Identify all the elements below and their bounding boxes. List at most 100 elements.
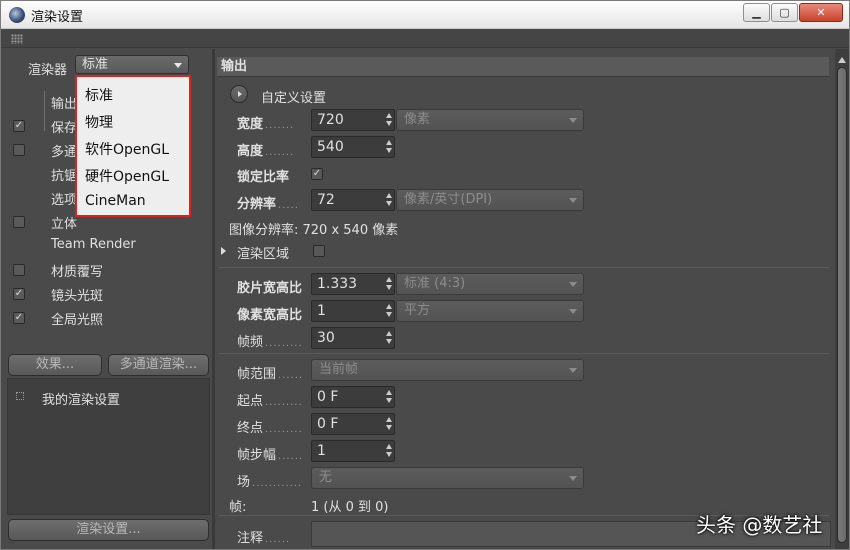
resolution-value: 72 bbox=[317, 192, 335, 208]
nav-checkbox-icon[interactable] bbox=[13, 216, 25, 228]
spinner-icon[interactable] bbox=[386, 193, 392, 207]
tree-expand-icon[interactable] bbox=[16, 392, 24, 400]
spinner-icon[interactable] bbox=[386, 331, 392, 345]
width-unit-select[interactable]: 像素 bbox=[396, 109, 584, 131]
frames-count-readout: 1 (从 0 到 0) bbox=[311, 500, 389, 515]
title-bar: 渲染设置 ▁ ▢ ✕ bbox=[1, 1, 849, 29]
pixel-aspect-input[interactable]: 1 bbox=[311, 300, 395, 322]
fields-select[interactable]: 无 bbox=[311, 467, 584, 489]
watermark-text: 头条 @数艺社 bbox=[696, 513, 823, 537]
render-region-checkbox-icon[interactable] bbox=[313, 245, 325, 257]
nav-item-material-override[interactable]: 材质覆写 bbox=[1, 259, 212, 281]
fps-value: 30 bbox=[317, 330, 335, 346]
nav-item-label: 材质覆写 bbox=[51, 265, 104, 280]
height-label: 高度....... bbox=[237, 144, 295, 159]
height-value: 540 bbox=[317, 139, 344, 155]
nav-item-label: Team Render bbox=[51, 237, 136, 252]
nav-item-team-render[interactable]: Team Render bbox=[1, 235, 212, 257]
pixel-aspect-value: 1 bbox=[317, 303, 326, 319]
nav-checkbox-icon[interactable] bbox=[13, 144, 25, 156]
expand-triangle-icon[interactable] bbox=[221, 247, 226, 255]
fps-label: 帧频......... bbox=[237, 335, 303, 350]
fps-input[interactable]: 30 bbox=[311, 327, 395, 349]
spinner-icon[interactable] bbox=[386, 140, 392, 154]
renderer-select-value: 标准 bbox=[82, 57, 109, 72]
renderer-dropdown-menu: 标准 物理 软件OpenGL 硬件OpenGL CineMan bbox=[75, 75, 191, 217]
nav-item-label: 全局光照 bbox=[51, 313, 104, 328]
dropdown-item-software-opengl[interactable]: 软件OpenGL bbox=[85, 139, 169, 163]
effects-button[interactable]: 效果... bbox=[8, 354, 102, 376]
pixel-aspect-preset-value: 平方 bbox=[404, 303, 431, 318]
chevron-down-icon bbox=[569, 476, 577, 481]
film-aspect-preset-select[interactable]: 标准 (4:3) bbox=[396, 273, 584, 295]
nav-checkbox-checked-icon[interactable]: ✓ bbox=[13, 312, 25, 324]
section-divider bbox=[219, 267, 829, 268]
pixel-aspect-label: 像素宽高比 bbox=[237, 308, 303, 323]
frame-step-input[interactable]: 1 bbox=[311, 440, 395, 462]
grip-handle-icon[interactable] bbox=[11, 34, 23, 44]
render-settings-button[interactable]: 渲染设置... bbox=[8, 519, 209, 541]
minimize-button[interactable]: ▁ bbox=[743, 3, 770, 22]
start-frame-value: 0 F bbox=[317, 389, 339, 405]
nav-checkbox-icon[interactable] bbox=[13, 264, 25, 276]
pixel-aspect-preset-select[interactable]: 平方 bbox=[396, 300, 584, 322]
renderer-select[interactable]: 标准 bbox=[75, 55, 189, 74]
chevron-down-icon bbox=[569, 198, 577, 203]
dropdown-item-physical[interactable]: 物理 bbox=[85, 112, 113, 136]
width-label: 宽度....... bbox=[237, 117, 295, 132]
preset-play-icon[interactable] bbox=[230, 85, 248, 103]
spinner-icon[interactable] bbox=[386, 390, 392, 404]
dropdown-item-hardware-opengl[interactable]: 硬件OpenGL bbox=[85, 166, 169, 190]
output-settings-pane: 输出 自定义设置 宽度....... 720 像素 高度....... 540 … bbox=[215, 49, 835, 549]
spinner-icon[interactable] bbox=[386, 304, 392, 318]
film-aspect-input[interactable]: 1.333 bbox=[311, 273, 395, 295]
nav-item-label: 镜头光斑 bbox=[51, 289, 104, 304]
spinner-icon[interactable] bbox=[386, 444, 392, 458]
resolution-input[interactable]: 72 bbox=[311, 189, 395, 211]
fields-label: 场............ bbox=[237, 475, 303, 490]
close-button[interactable]: ✕ bbox=[799, 3, 843, 22]
spinner-icon[interactable] bbox=[386, 113, 392, 127]
nav-checkbox-checked-icon[interactable]: ✓ bbox=[13, 120, 25, 132]
end-frame-input[interactable]: 0 F bbox=[311, 413, 395, 435]
render-settings-window: 渲染设置 ▁ ▢ ✕ 渲染器 标准 输出 ✓ 保存 多通道 抗锯齿 选项 立体 … bbox=[0, 0, 850, 550]
dropdown-item-standard[interactable]: 标准 bbox=[85, 85, 113, 109]
frame-range-select[interactable]: 当前帧 bbox=[311, 359, 584, 381]
lock-ratio-checkbox-checked-icon[interactable]: ✓ bbox=[311, 168, 323, 180]
width-unit-value: 像素 bbox=[404, 112, 431, 127]
renderer-label: 渲染器 bbox=[28, 63, 68, 78]
multipass-render-button[interactable]: 多通道渲染... bbox=[108, 354, 209, 376]
nav-item-global-illumination[interactable]: ✓ 全局光照 bbox=[1, 307, 212, 329]
chevron-down-icon bbox=[174, 63, 182, 68]
dropdown-item-cineman[interactable]: CineMan bbox=[85, 193, 146, 217]
restore-button[interactable]: ▢ bbox=[771, 3, 798, 22]
chevron-down-icon bbox=[569, 309, 577, 314]
custom-settings-label[interactable]: 自定义设置 bbox=[261, 87, 326, 106]
scrollbar-thumb[interactable] bbox=[837, 67, 847, 543]
resolution-unit-value: 像素/英寸(DPI) bbox=[404, 192, 493, 207]
toolbar-grip bbox=[1, 30, 849, 48]
vertical-scrollbar[interactable] bbox=[835, 49, 849, 549]
render-settings-list: 我的渲染设置 bbox=[7, 378, 210, 515]
width-input[interactable]: 720 bbox=[311, 109, 395, 131]
fields-value: 无 bbox=[319, 470, 333, 485]
scroll-up-arrow-icon[interactable] bbox=[838, 57, 846, 63]
chevron-down-icon bbox=[569, 282, 577, 287]
frames-label: 帧: bbox=[229, 500, 247, 515]
section-title-output: 输出 bbox=[217, 57, 829, 77]
window-controls: ▁ ▢ ✕ bbox=[742, 3, 843, 22]
nav-item-lens-flare[interactable]: ✓ 镜头光斑 bbox=[1, 283, 212, 305]
resolution-label: 分辨率..... bbox=[237, 197, 299, 212]
film-aspect-preset-value: 标准 (4:3) bbox=[404, 276, 466, 291]
spinner-icon[interactable] bbox=[386, 277, 392, 291]
image-resolution-readout: 图像分辨率: 720 x 540 像素 bbox=[229, 223, 399, 238]
list-item-my-render-settings[interactable]: 我的渲染设置 bbox=[42, 389, 120, 408]
film-aspect-label: 胶片宽高比 bbox=[237, 281, 303, 296]
nav-item-label: 立体 bbox=[51, 217, 78, 232]
start-frame-input[interactable]: 0 F bbox=[311, 386, 395, 408]
nav-checkbox-checked-icon[interactable]: ✓ bbox=[13, 288, 25, 300]
resolution-unit-select[interactable]: 像素/英寸(DPI) bbox=[396, 189, 584, 211]
height-input[interactable]: 540 bbox=[311, 136, 395, 158]
frame-range-label: 帧范围...... bbox=[237, 367, 304, 382]
spinner-icon[interactable] bbox=[386, 417, 392, 431]
